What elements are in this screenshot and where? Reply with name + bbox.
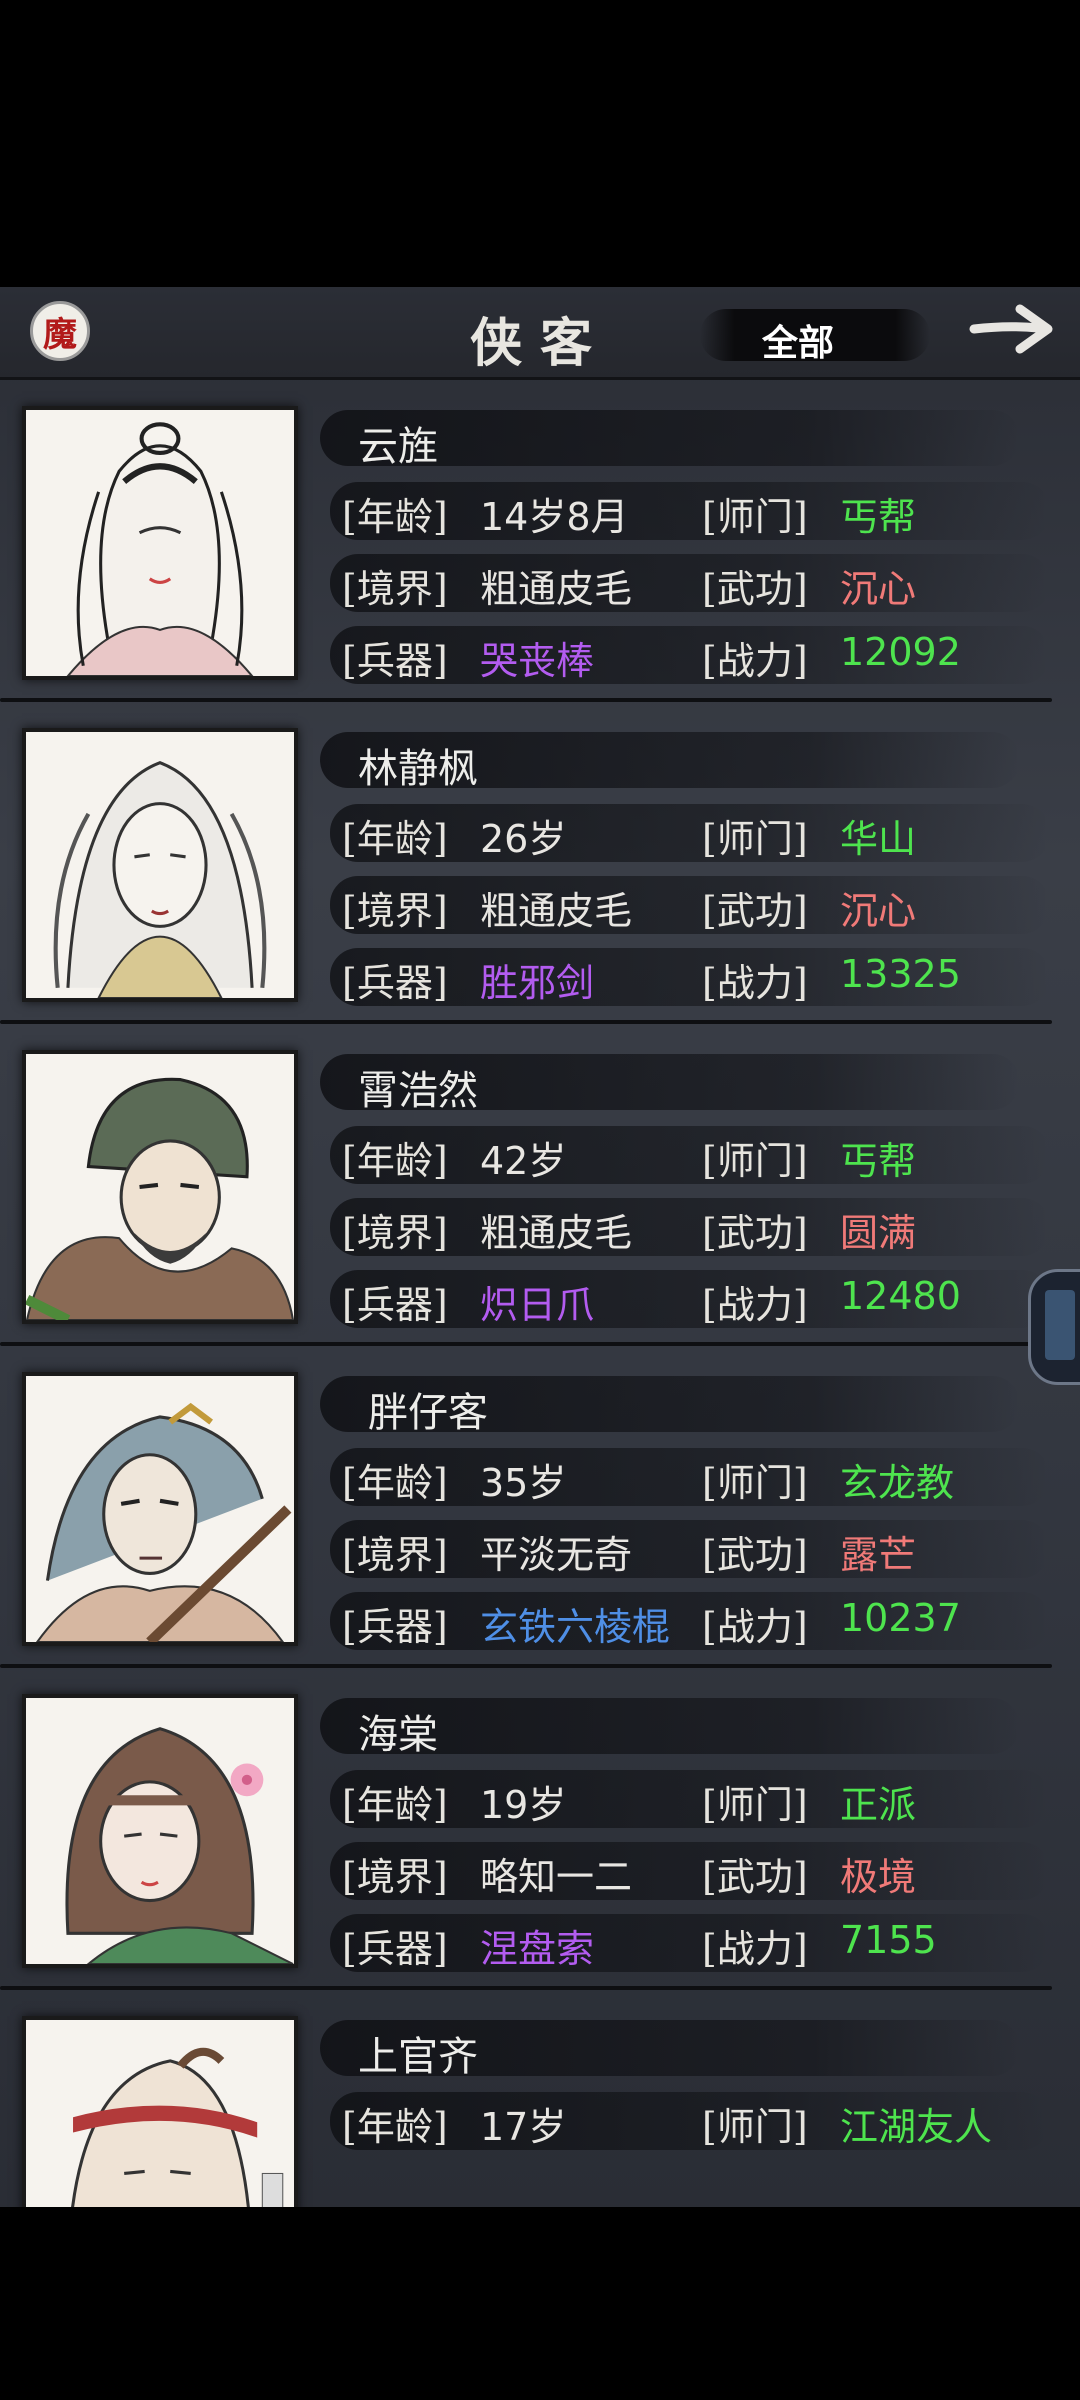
weapon-value: 哭丧棒 — [480, 639, 595, 683]
power-label: [战力] — [702, 639, 808, 683]
power-label: [战力] — [702, 1927, 808, 1971]
realm-value: 平淡无奇 — [480, 1533, 633, 1577]
divider — [0, 1020, 1052, 1024]
filter-dropdown[interactable]: 全部 — [700, 309, 930, 364]
sect-value: 玄龙教 — [840, 1461, 955, 1505]
sect-label: [师门] — [702, 495, 808, 539]
divider — [0, 698, 1052, 702]
hero-card[interactable]: 上官齐 [年龄] 17岁 [师门] 江湖友人 — [0, 2002, 1080, 2207]
hero-name: 胖仔客 — [368, 1390, 488, 1436]
weapon-label: [兵器] — [342, 1605, 448, 1649]
weapon-value: 玄铁六棱棍 — [480, 1605, 671, 1649]
realm-label: [境界] — [342, 889, 448, 933]
age-label: [年龄] — [342, 495, 448, 539]
skill-value: 沉心 — [840, 889, 917, 933]
skill-value: 极境 — [840, 1855, 917, 1899]
realm-label: [境界] — [342, 1855, 448, 1899]
sect-value: 丐帮 — [840, 1139, 917, 1183]
skill-value: 露芒 — [840, 1533, 917, 1577]
power-label: [战力] — [702, 1283, 808, 1327]
weapon-label: [兵器] — [342, 1927, 448, 1971]
weapon-value: 涅盘索 — [480, 1927, 595, 1971]
hero-portrait — [22, 1372, 298, 1646]
age-value: 35岁 — [480, 1461, 567, 1505]
sect-label: [师门] — [702, 1783, 808, 1827]
skill-value: 圆满 — [840, 1211, 917, 1255]
power-label: [战力] — [702, 961, 808, 1005]
power-value: 7155 — [840, 1918, 937, 1962]
weapon-label: [兵器] — [342, 639, 448, 683]
weapon-value: 胜邪剑 — [480, 961, 595, 1005]
app-screen: 魔 侠客 全部 云旌 [年龄] 14岁8月 [师门] 丐帮 [境界] 粗通皮毛 … — [0, 287, 1080, 2207]
age-label: [年龄] — [342, 1783, 448, 1827]
header-bar: 魔 侠客 全部 — [0, 287, 1080, 380]
hero-portrait — [22, 1050, 298, 1324]
hero-card[interactable]: 海棠 [年龄] 19岁 [师门] 正派 [境界] 略知一二 [武功] 极境 [兵… — [0, 1680, 1080, 2002]
power-value: 12480 — [840, 1274, 961, 1318]
side-drawer-tab[interactable] — [1028, 1269, 1080, 1385]
age-label: [年龄] — [342, 1139, 448, 1183]
skill-value: 沉心 — [840, 567, 917, 611]
weapon-value: 炽日爪 — [480, 1283, 595, 1327]
power-value: 13325 — [840, 952, 961, 996]
realm-label: [境界] — [342, 567, 448, 611]
hero-portrait — [22, 406, 298, 680]
hero-card[interactable]: 云旌 [年龄] 14岁8月 [师门] 丐帮 [境界] 粗通皮毛 [武功] 沉心 … — [0, 392, 1080, 714]
sect-value: 华山 — [840, 817, 917, 861]
divider — [0, 1342, 1052, 1346]
hero-card[interactable]: 林静枫 [年龄] 26岁 [师门] 华山 [境界] 粗通皮毛 [武功] 沉心 [… — [0, 714, 1080, 1036]
power-value: 12092 — [840, 630, 961, 674]
realm-value: 粗通皮毛 — [480, 567, 633, 611]
skill-label: [武功] — [702, 1855, 808, 1899]
skill-label: [武功] — [702, 1211, 808, 1255]
divider — [0, 1986, 1052, 1990]
realm-value: 略知一二 — [480, 1855, 633, 1899]
sect-value: 正派 — [840, 1783, 917, 1827]
hero-name: 上官齐 — [358, 2034, 478, 2080]
hero-name: 霄浩然 — [358, 1068, 478, 1114]
hero-name: 林静枫 — [358, 746, 478, 792]
hero-card[interactable]: 霄浩然 [年龄] 42岁 [师门] 丐帮 [境界] 粗通皮毛 [武功] 圆满 [… — [0, 1036, 1080, 1358]
hero-name: 云旌 — [358, 424, 438, 470]
skill-label: [武功] — [702, 1533, 808, 1577]
sect-label: [师门] — [702, 1461, 808, 1505]
arrow-right-icon[interactable] — [968, 299, 1058, 359]
hero-card[interactable]: 胖仔客 [年龄] 35岁 [师门] 玄龙教 [境界] 平淡无奇 [武功] 露芒 … — [0, 1358, 1080, 1680]
hero-portrait — [22, 2016, 298, 2207]
age-label: [年龄] — [342, 817, 448, 861]
age-label: [年龄] — [342, 2105, 448, 2149]
sect-value: 丐帮 — [840, 495, 917, 539]
weapon-label: [兵器] — [342, 961, 448, 1005]
menu-seal-icon[interactable]: 魔 — [30, 301, 90, 361]
age-value: 26岁 — [480, 817, 567, 861]
realm-value: 粗通皮毛 — [480, 1211, 633, 1255]
age-value: 42岁 — [480, 1139, 567, 1183]
realm-label: [境界] — [342, 1533, 448, 1577]
hero-portrait — [22, 1694, 298, 1968]
hero-list[interactable]: 云旌 [年龄] 14岁8月 [师门] 丐帮 [境界] 粗通皮毛 [武功] 沉心 … — [0, 392, 1080, 2207]
sect-label: [师门] — [702, 817, 808, 861]
age-value: 19岁 — [480, 1783, 567, 1827]
hero-name: 海棠 — [358, 1712, 438, 1758]
realm-value: 粗通皮毛 — [480, 889, 633, 933]
skill-label: [武功] — [702, 889, 808, 933]
page-title: 侠客 — [470, 313, 611, 374]
age-value: 14岁8月 — [480, 495, 629, 539]
divider — [0, 1664, 1052, 1668]
age-label: [年龄] — [342, 1461, 448, 1505]
filter-label: 全部 — [762, 322, 835, 364]
skill-label: [武功] — [702, 567, 808, 611]
hero-portrait — [22, 728, 298, 1002]
age-value: 17岁 — [480, 2105, 567, 2149]
sect-value: 江湖友人 — [840, 2105, 993, 2149]
power-label: [战力] — [702, 1605, 808, 1649]
sect-label: [师门] — [702, 1139, 808, 1183]
sect-label: [师门] — [702, 2105, 808, 2149]
weapon-label: [兵器] — [342, 1283, 448, 1327]
power-value: 10237 — [840, 1596, 961, 1640]
realm-label: [境界] — [342, 1211, 448, 1255]
